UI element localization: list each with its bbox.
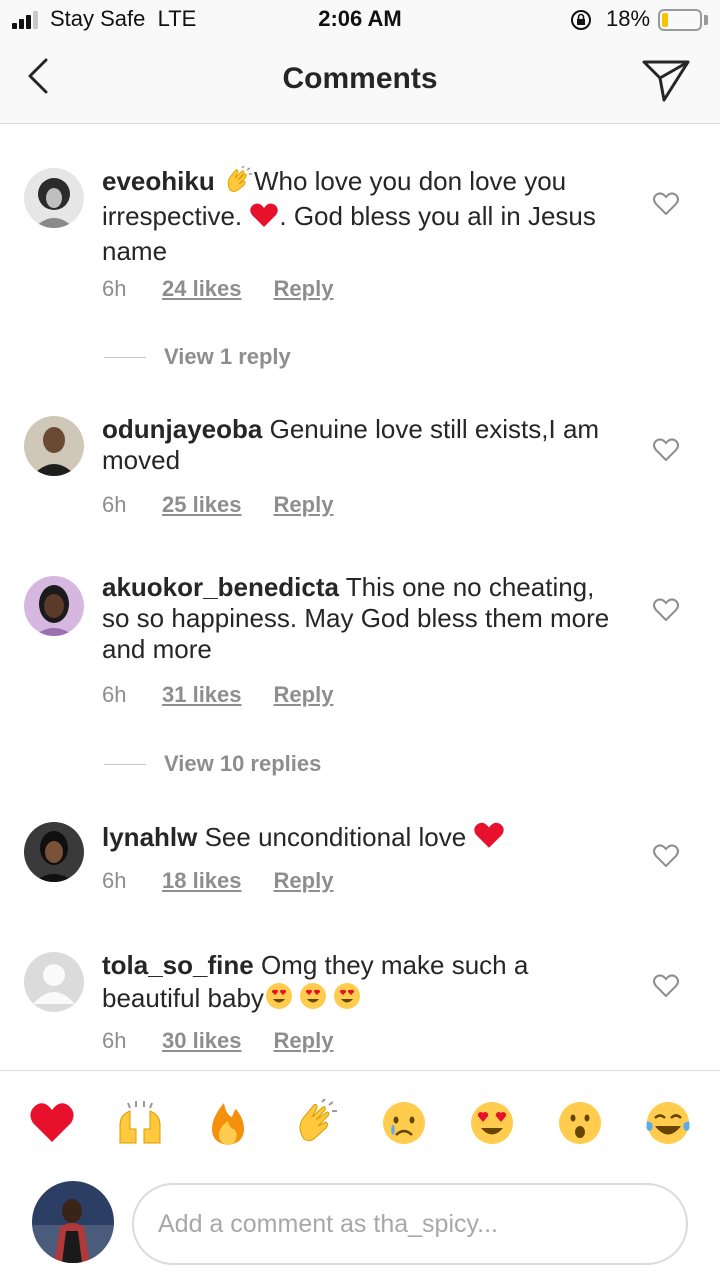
comment-meta: 6h 18 likes Reply <box>102 868 333 894</box>
battery-tip <box>704 15 708 25</box>
comment-username[interactable]: tola_so_fine <box>102 950 254 980</box>
reply-button[interactable]: Reply <box>274 682 334 708</box>
comment-meta: 6h 30 likes Reply <box>102 1028 333 1054</box>
heart-eyes-emoji <box>264 981 364 1018</box>
reply-button[interactable]: Reply <box>274 868 334 894</box>
comment-time: 6h <box>102 868 127 893</box>
comment-item: akuokor_benedicta This one no cheating, … <box>0 556 720 736</box>
surprised-face-reaction[interactable] <box>556 1099 604 1147</box>
comment-input[interactable] <box>132 1183 688 1265</box>
like-heart-icon[interactable] <box>652 596 680 624</box>
comment-meta: 6h 25 likes Reply <box>102 492 333 518</box>
status-bar: Stay Safe LTE 2:06 AM 18% <box>0 0 720 40</box>
reply-button[interactable]: Reply <box>274 276 334 302</box>
crying-face-reaction[interactable] <box>380 1099 428 1147</box>
comment-item: eveohiku Who love you don love you irres… <box>0 150 720 350</box>
likes-count[interactable]: 25 likes <box>162 492 242 518</box>
comment-body: See unconditional love <box>204 822 474 852</box>
paper-plane-icon <box>642 60 690 102</box>
orientation-lock-icon <box>571 10 591 30</box>
clapping-hands-emoji <box>222 165 254 201</box>
comment-time: 6h <box>102 492 127 517</box>
page-title: Comments <box>282 62 438 95</box>
comment-meta: 6h 31 likes Reply <box>102 682 333 708</box>
view-replies-button[interactable]: View 10 replies <box>104 751 321 777</box>
heart-eyes-reaction[interactable] <box>468 1099 516 1147</box>
like-heart-icon[interactable] <box>652 190 680 218</box>
like-heart-icon[interactable] <box>652 842 680 870</box>
view-replies-label: View 1 reply <box>164 344 291 369</box>
fire-reaction[interactable] <box>204 1099 252 1147</box>
battery-icon <box>658 9 702 31</box>
comment-text: odunjayeoba Genuine love still exists,I … <box>102 414 612 476</box>
like-heart-icon[interactable] <box>652 436 680 464</box>
view-replies-button[interactable]: View 1 reply <box>104 344 291 370</box>
share-button[interactable] <box>638 52 694 108</box>
likes-count[interactable]: 31 likes <box>162 682 242 708</box>
avatar[interactable] <box>24 576 84 636</box>
like-heart-icon[interactable] <box>652 972 680 1000</box>
heart-emoji <box>249 201 279 236</box>
clapping-hands-reaction[interactable] <box>292 1099 340 1147</box>
view-replies-label: View 10 replies <box>164 751 322 776</box>
avatar[interactable] <box>24 416 84 476</box>
comment-text: tola_so_fine Omg they make such a beauti… <box>102 950 612 1018</box>
avatar[interactable] <box>24 952 84 1012</box>
comment-text: akuokor_benedicta This one no cheating, … <box>102 572 612 665</box>
likes-count[interactable]: 24 likes <box>162 276 242 302</box>
comment-text: eveohiku Who love you don love you irres… <box>102 165 612 267</box>
comment-time: 6h <box>102 1028 127 1053</box>
raised-hands-reaction[interactable] <box>116 1099 164 1147</box>
likes-count[interactable]: 30 likes <box>162 1028 242 1054</box>
comment-item: tola_so_fine Omg they make such a beauti… <box>0 934 720 1064</box>
heart-reaction[interactable] <box>28 1099 76 1147</box>
comment-item: lynahlw See unconditional love 6h 18 lik… <box>0 804 720 914</box>
comment-text: lynahlw See unconditional love <box>102 820 622 857</box>
comment-item: odunjayeoba Genuine love still exists,I … <box>0 396 720 536</box>
avatar[interactable] <box>24 168 84 228</box>
comment-username[interactable]: eveohiku <box>102 166 215 196</box>
divider-line <box>104 763 146 765</box>
reply-button[interactable]: Reply <box>274 1028 334 1054</box>
tears-of-joy-reaction[interactable] <box>644 1099 692 1147</box>
heart-emoji <box>473 820 505 857</box>
divider-line <box>104 356 146 358</box>
current-user-avatar <box>32 1181 114 1263</box>
comment-meta: 6h 24 likes Reply <box>102 276 333 302</box>
comment-time: 6h <box>102 276 127 301</box>
comment-time: 6h <box>102 682 127 707</box>
quick-reaction-bar <box>0 1070 720 1280</box>
comment-username[interactable]: odunjayeoba <box>102 414 262 444</box>
header-bar: Comments <box>0 40 720 124</box>
reply-button[interactable]: Reply <box>274 492 334 518</box>
battery-percent: 18% <box>606 6 651 31</box>
likes-count[interactable]: 18 likes <box>162 868 242 894</box>
avatar[interactable] <box>24 822 84 882</box>
comment-username[interactable]: lynahlw <box>102 822 197 852</box>
comment-username[interactable]: akuokor_benedicta <box>102 572 339 602</box>
